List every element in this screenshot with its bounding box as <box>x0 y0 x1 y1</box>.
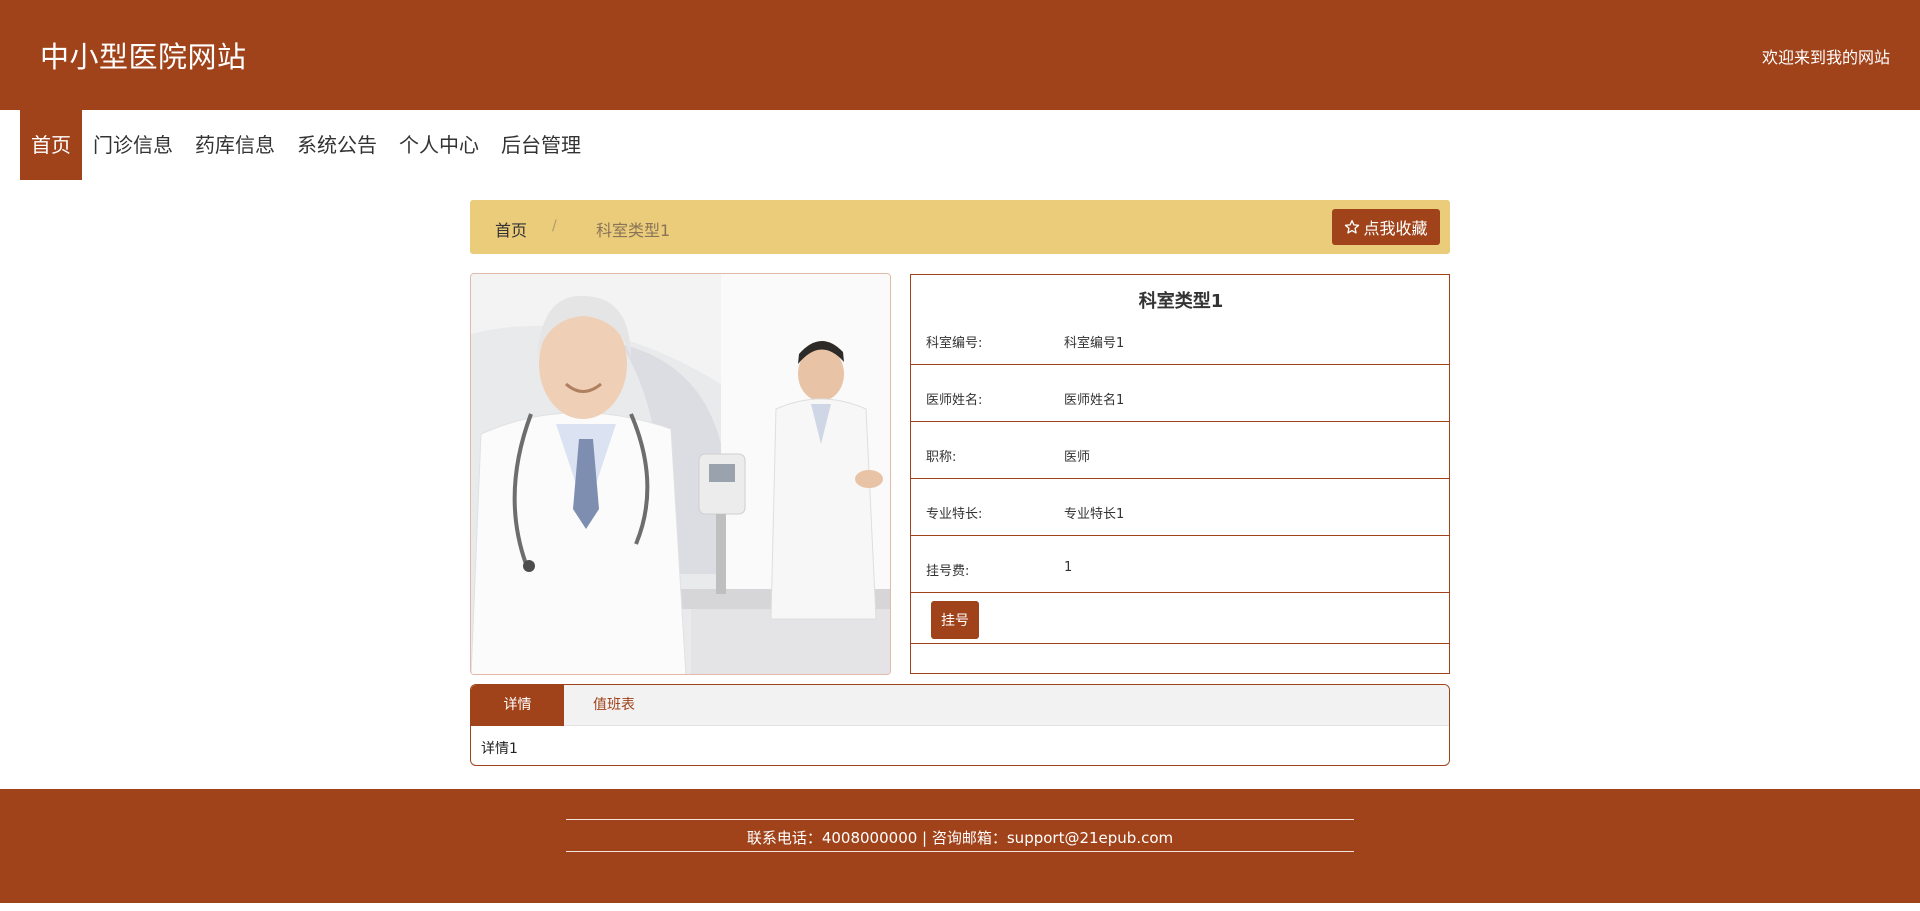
info-row-specialty: 专业特长: 专业特长1 <box>911 479 1449 536</box>
info-row-title: 职称: 医师 <box>911 422 1449 479</box>
nav-item-admin[interactable]: 后台管理 <box>490 110 592 180</box>
info-row-department-id: 科室编号: 科室编号1 <box>911 308 1449 365</box>
star-icon <box>1345 220 1360 234</box>
nav-item-pharmacy[interactable]: 药库信息 <box>184 110 286 180</box>
department-detail-table: 科室类型1 科室编号: 科室编号1 医师姓名: 医师姓名1 职称: 医师 专业特… <box>910 274 1450 674</box>
info-row-registration-fee: 挂号费: 1 <box>911 536 1449 593</box>
footer-divider <box>566 851 1354 852</box>
info-value: 专业特长1 <box>1064 507 1125 522</box>
tab-duty-schedule[interactable]: 值班表 <box>564 685 664 726</box>
tabs-header: 详情 值班表 <box>471 685 1449 726</box>
info-label: 挂号费: <box>926 564 970 579</box>
breadcrumb-current: 科室类型1 <box>596 221 671 240</box>
info-row-actions: 挂号 <box>911 593 1449 644</box>
breadcrumb-home-link[interactable]: 首页 <box>495 217 527 241</box>
info-value: 1 <box>1064 560 1073 575</box>
info-label: 职称: <box>926 450 957 465</box>
detail-tabs: 详情 值班表 详情1 <box>470 684 1450 766</box>
site-header: 中小型医院网站 欢迎来到我的网站 <box>0 0 1920 110</box>
info-label: 科室编号: <box>926 336 983 351</box>
main-nav: 首页 门诊信息 药库信息 系统公告 个人中心 后台管理 <box>20 110 592 180</box>
breadcrumb: 首页 / 科室类型1 点我收藏 <box>470 200 1450 254</box>
nav-item-outpatient[interactable]: 门诊信息 <box>82 110 184 180</box>
footer-contact: 联系电话：4008000000 | 咨询邮箱：support@21epub.co… <box>746 829 1174 847</box>
welcome-text: 欢迎来到我的网站 <box>1761 48 1890 67</box>
register-button[interactable]: 挂号 <box>931 601 979 639</box>
tab-content: 详情1 <box>481 741 518 757</box>
info-value: 科室编号1 <box>1064 336 1125 351</box>
info-label: 医师姓名: <box>926 393 983 408</box>
site-footer: 联系电话：4008000000 | 咨询邮箱：support@21epub.co… <box>0 789 1920 903</box>
nav-item-home[interactable]: 首页 <box>20 110 82 180</box>
info-value: 医师 <box>1064 450 1091 465</box>
site-title: 中小型医院网站 <box>40 40 247 74</box>
favorite-button[interactable]: 点我收藏 <box>1332 209 1440 245</box>
doctor-photo <box>470 273 891 675</box>
breadcrumb-separator: / <box>552 218 557 234</box>
nav-item-personal-center[interactable]: 个人中心 <box>388 110 490 180</box>
tab-details[interactable]: 详情 <box>471 685 564 726</box>
info-value: 医师姓名1 <box>1064 393 1125 408</box>
doctor-photo-illustration <box>471 274 890 674</box>
info-row-doctor-name: 医师姓名: 医师姓名1 <box>911 365 1449 422</box>
footer-divider <box>566 819 1354 820</box>
nav-item-announcements[interactable]: 系统公告 <box>286 110 388 180</box>
info-label: 专业特长: <box>926 507 983 522</box>
favorite-button-label: 点我收藏 <box>1363 219 1428 238</box>
